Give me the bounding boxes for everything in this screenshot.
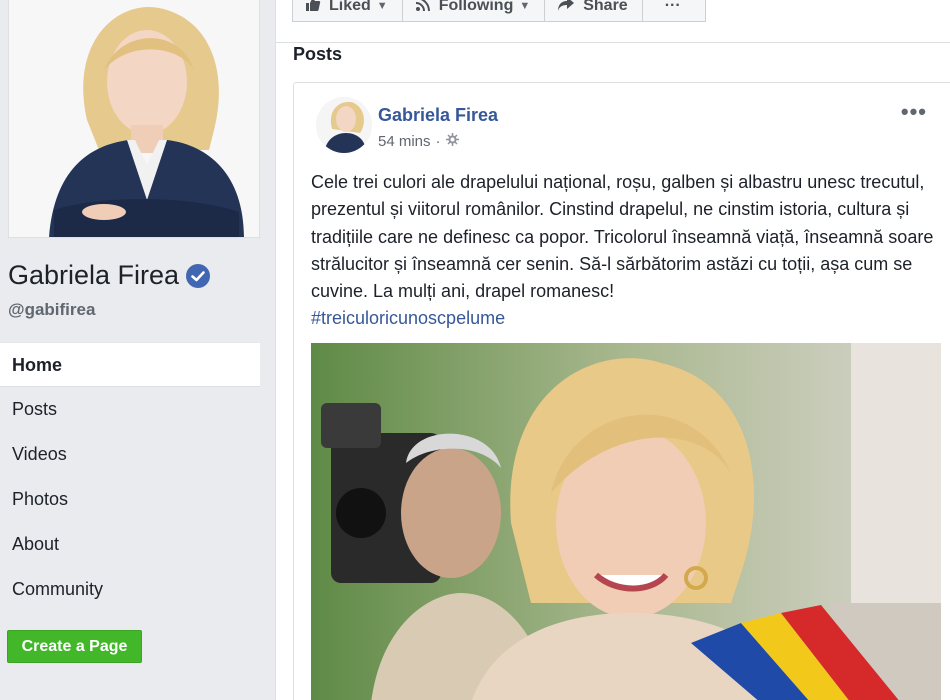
post-options-icon[interactable]: ••• [901, 99, 927, 125]
share-arrow-icon [557, 0, 575, 17]
share-label: Share [583, 0, 628, 14]
rss-feed-icon [415, 0, 431, 17]
liked-button[interactable]: Liked ▼ [292, 0, 403, 22]
left-sidebar: Gabriela Firea @gabifirea Home Posts Vid… [0, 0, 275, 700]
nav-item-videos[interactable]: Videos [0, 432, 260, 477]
profile-photo[interactable] [8, 0, 260, 238]
liked-label: Liked [329, 0, 371, 14]
post-body: Cele trei culori ale drapelului național… [311, 172, 934, 302]
post-meta: 54 mins · [378, 133, 459, 150]
separator-dot: · [435, 133, 441, 150]
facebook-page: Gabriela Firea @gabifirea Home Posts Vid… [0, 0, 950, 700]
posts-section-title: Posts [293, 44, 343, 64]
create-page-button[interactable]: Create a Page [7, 630, 142, 663]
main-column: Liked ▼ Following ▼ Share ··· Posts Gabr… [275, 0, 950, 700]
nav-item-about[interactable]: About [0, 522, 260, 567]
nav-item-community[interactable]: Community [0, 567, 260, 612]
share-button[interactable]: Share [544, 0, 643, 22]
profile-name-row: Gabriela Firea [8, 260, 211, 291]
more-options-button[interactable]: ··· [641, 0, 706, 22]
post-author-avatar[interactable] [316, 97, 372, 153]
following-button[interactable]: Following ▼ [401, 0, 546, 22]
caret-down-icon: ▼ [519, 0, 531, 12]
caret-down-icon: ▼ [376, 0, 388, 12]
following-label: Following [438, 0, 514, 14]
post-hashtag[interactable]: #treiculoricunoscpelume [311, 305, 941, 332]
public-audience-icon[interactable] [445, 133, 459, 150]
post-text: Cele trei culori ale drapelului național… [311, 169, 941, 333]
verified-badge-icon [186, 263, 211, 288]
post-photo[interactable] [311, 343, 941, 700]
page-nav: Home Posts Videos Photos About Community [0, 342, 260, 612]
thumbs-up-icon [305, 0, 321, 17]
post-card: Gabriela Firea 54 mins · ••• Cele trei c… [293, 82, 950, 700]
nav-item-home[interactable]: Home [0, 342, 260, 387]
divider [276, 42, 950, 43]
nav-item-photos[interactable]: Photos [0, 477, 260, 522]
page-action-bar: Liked ▼ Following ▼ Share ··· [292, 0, 706, 22]
profile-name[interactable]: Gabriela Firea [8, 260, 179, 291]
post-author-name[interactable]: Gabriela Firea [378, 105, 498, 126]
nav-item-posts[interactable]: Posts [0, 387, 260, 432]
post-timestamp[interactable]: 54 mins [378, 133, 431, 150]
profile-handle[interactable]: @gabifirea [8, 300, 95, 320]
